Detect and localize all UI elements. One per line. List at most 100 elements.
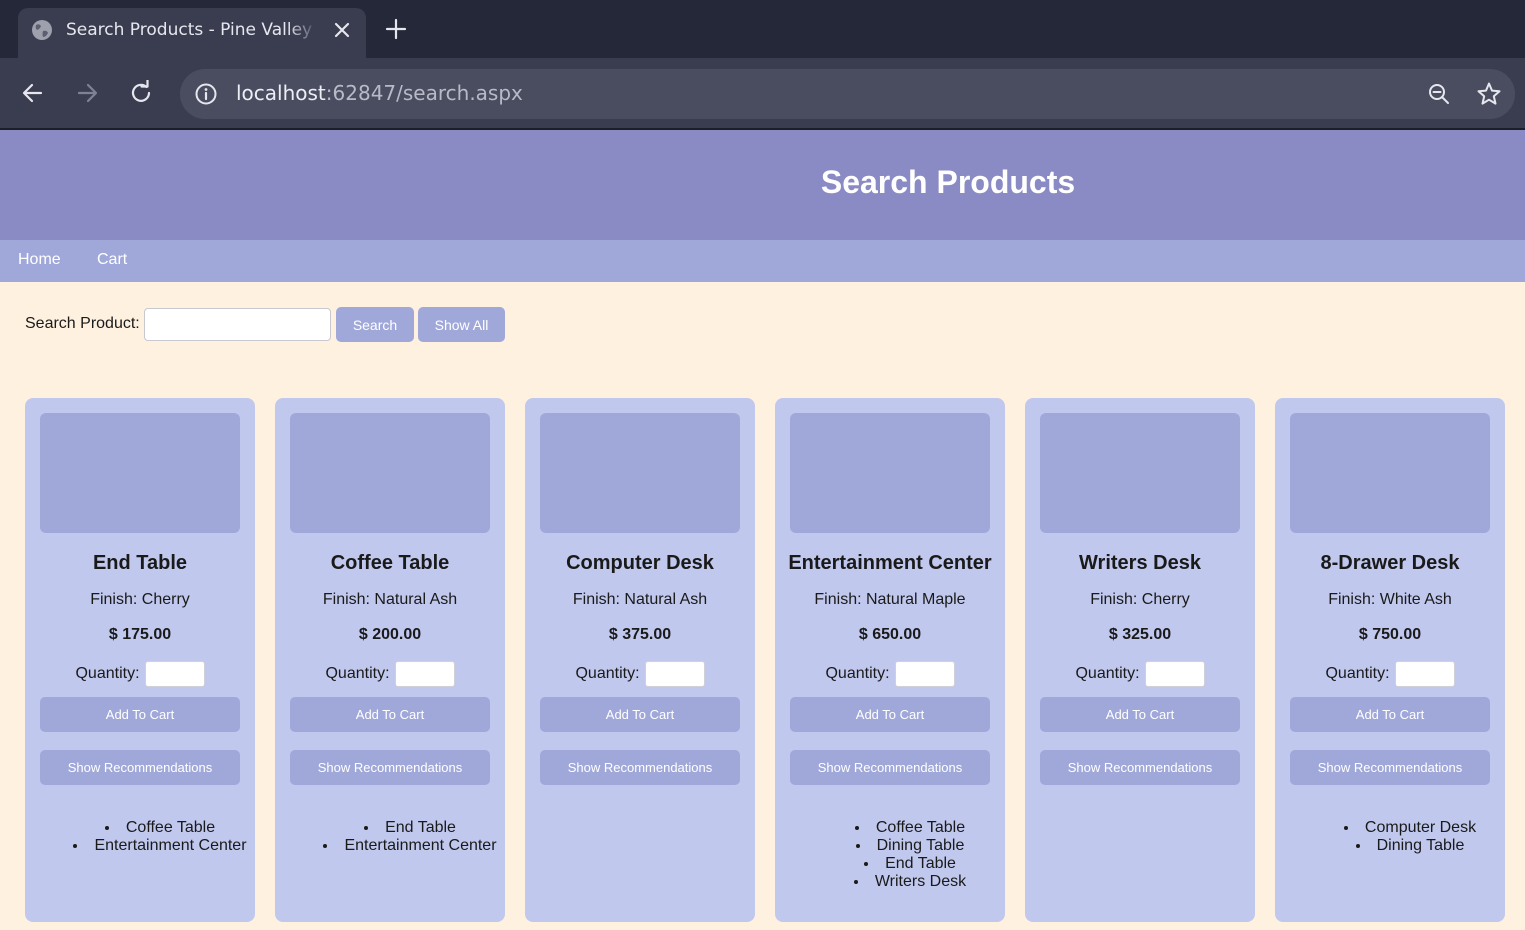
add-to-cart-button[interactable]: Add To Cart — [290, 697, 490, 732]
info-icon[interactable] — [194, 82, 218, 106]
back-arrow-icon[interactable] — [20, 80, 46, 106]
quantity-row: Quantity: — [1275, 661, 1505, 687]
show-recommendations-button[interactable]: Show Recommendations — [540, 750, 740, 785]
product-image-placeholder — [540, 413, 740, 533]
quantity-row: Quantity: — [25, 661, 255, 687]
show-recommendations-button[interactable]: Show Recommendations — [1040, 750, 1240, 785]
quantity-input[interactable] — [644, 661, 705, 687]
product-finish: Finish: Natural Ash — [322, 591, 458, 608]
zoom-out-icon[interactable] — [1427, 82, 1451, 106]
recommendation-item: Writers Desk — [815, 873, 1005, 891]
recommendation-item: Entertainment Center — [315, 837, 505, 855]
close-icon[interactable] — [332, 20, 352, 40]
product-card: Entertainment Center Finish: Natural Map… — [775, 398, 1005, 922]
show-recommendations-button[interactable]: Show Recommendations — [790, 750, 990, 785]
url-host: localhost — [236, 81, 326, 105]
product-card: Writers Desk Finish: Cherry $ 325.00 Qua… — [1025, 398, 1255, 922]
recommendation-item: Computer Desk — [1315, 819, 1505, 837]
product-card: Coffee Table Finish: Natural Ash $ 200.0… — [275, 398, 505, 922]
product-price: $ 650.00 — [858, 626, 922, 643]
product-price: $ 325.00 — [1108, 626, 1172, 643]
product-name: 8-Drawer Desk — [1320, 552, 1460, 574]
add-to-cart-button[interactable]: Add To Cart — [540, 697, 740, 732]
recommendations-list: End Table Entertainment Center — [275, 819, 505, 855]
product-name: End Table — [92, 552, 188, 574]
quantity-row: Quantity: — [1025, 661, 1255, 687]
tab-title: Search Products - Pine Valley Furniture — [66, 20, 318, 40]
recommendations-list: Coffee Table Dining Table End Table Writ… — [775, 819, 1005, 891]
quantity-label: Quantity: — [1075, 665, 1140, 682]
recommendation-item: End Table — [315, 819, 505, 837]
bookmark-star-icon[interactable] — [1476, 81, 1502, 107]
product-card: End Table Finish: Cherry $ 175.00 Quanti… — [25, 398, 255, 922]
site-nav-bar: Home Cart — [0, 240, 1525, 282]
quantity-input[interactable] — [1394, 661, 1455, 687]
show-all-button[interactable]: Show All — [418, 307, 505, 342]
product-image-placeholder — [40, 413, 240, 533]
add-to-cart-button[interactable]: Add To Cart — [1290, 697, 1490, 732]
product-name: Computer Desk — [566, 552, 714, 574]
browser-tab[interactable]: Search Products - Pine Valley Furniture — [18, 8, 366, 58]
product-finish: Finish: Natural Ash — [572, 591, 708, 608]
new-tab-plus-icon[interactable] — [384, 17, 408, 41]
search-button[interactable]: Search — [336, 307, 414, 342]
product-card: Computer Desk Finish: Natural Ash $ 375.… — [525, 398, 755, 922]
nav-home-link[interactable]: Home — [18, 251, 61, 269]
quantity-label: Quantity: — [825, 665, 890, 682]
recommendation-item: Coffee Table — [815, 819, 1005, 837]
add-to-cart-button[interactable]: Add To Cart — [790, 697, 990, 732]
recommendation-item: Dining Table — [815, 837, 1005, 855]
recommendation-item: Coffee Table — [65, 819, 255, 837]
product-image-placeholder — [1040, 413, 1240, 533]
browser-tab-strip: Search Products - Pine Valley Furniture — [0, 0, 1525, 58]
browser-toolbar: localhost:62847/search.aspx — [0, 58, 1525, 130]
quantity-input[interactable] — [144, 661, 205, 687]
product-finish: Finish: Cherry — [1090, 591, 1190, 608]
add-to-cart-button[interactable]: Add To Cart — [40, 697, 240, 732]
recommendation-item: Dining Table — [1315, 837, 1505, 855]
recommendations-list: Computer Desk Dining Table — [1275, 819, 1505, 855]
quantity-label: Quantity: — [575, 665, 640, 682]
quantity-input[interactable] — [394, 661, 455, 687]
url-text[interactable]: localhost:62847/search.aspx — [236, 81, 523, 105]
page-title: Search Products — [820, 164, 1076, 200]
search-label: Search Product: — [25, 315, 140, 332]
product-finish: Finish: Natural Maple — [814, 591, 966, 608]
quantity-label: Quantity: — [325, 665, 390, 682]
recommendations-list: Coffee Table Entertainment Center — [25, 819, 255, 855]
reload-icon[interactable] — [128, 80, 154, 106]
product-image-placeholder — [790, 413, 990, 533]
recommendation-item: Entertainment Center — [65, 837, 255, 855]
globe-icon — [32, 20, 52, 40]
product-price: $ 175.00 — [108, 626, 172, 643]
product-price: $ 375.00 — [608, 626, 672, 643]
quantity-row: Quantity: — [775, 661, 1005, 687]
quantity-input[interactable] — [894, 661, 955, 687]
product-card: 8-Drawer Desk Finish: White Ash $ 750.00… — [1275, 398, 1505, 922]
product-name: Entertainment Center — [788, 552, 992, 574]
show-recommendations-button[interactable]: Show Recommendations — [290, 750, 490, 785]
address-bar[interactable]: localhost:62847/search.aspx — [180, 69, 1515, 119]
product-finish: Finish: White Ash — [1328, 591, 1452, 608]
product-image-placeholder — [1290, 413, 1490, 533]
quantity-row: Quantity: — [275, 661, 505, 687]
quantity-label: Quantity: — [1325, 665, 1390, 682]
forward-arrow-icon[interactable] — [74, 80, 100, 106]
url-path: :62847/search.aspx — [325, 81, 523, 105]
quantity-input[interactable] — [1144, 661, 1205, 687]
product-image-placeholder — [290, 413, 490, 533]
show-recommendations-button[interactable]: Show Recommendations — [1290, 750, 1490, 785]
product-price: $ 200.00 — [358, 626, 422, 643]
add-to-cart-button[interactable]: Add To Cart — [1040, 697, 1240, 732]
nav-cart-link[interactable]: Cart — [97, 251, 127, 269]
recommendation-item: End Table — [815, 855, 1005, 873]
page-header: Search Products — [0, 130, 1525, 240]
quantity-label: Quantity: — [75, 665, 140, 682]
quantity-row: Quantity: — [525, 661, 755, 687]
product-name: Writers Desk — [1079, 552, 1201, 574]
product-price: $ 750.00 — [1358, 626, 1422, 643]
show-recommendations-button[interactable]: Show Recommendations — [40, 750, 240, 785]
product-finish: Finish: Cherry — [90, 591, 190, 608]
product-name: Coffee Table — [330, 552, 450, 574]
search-input[interactable] — [144, 308, 331, 341]
